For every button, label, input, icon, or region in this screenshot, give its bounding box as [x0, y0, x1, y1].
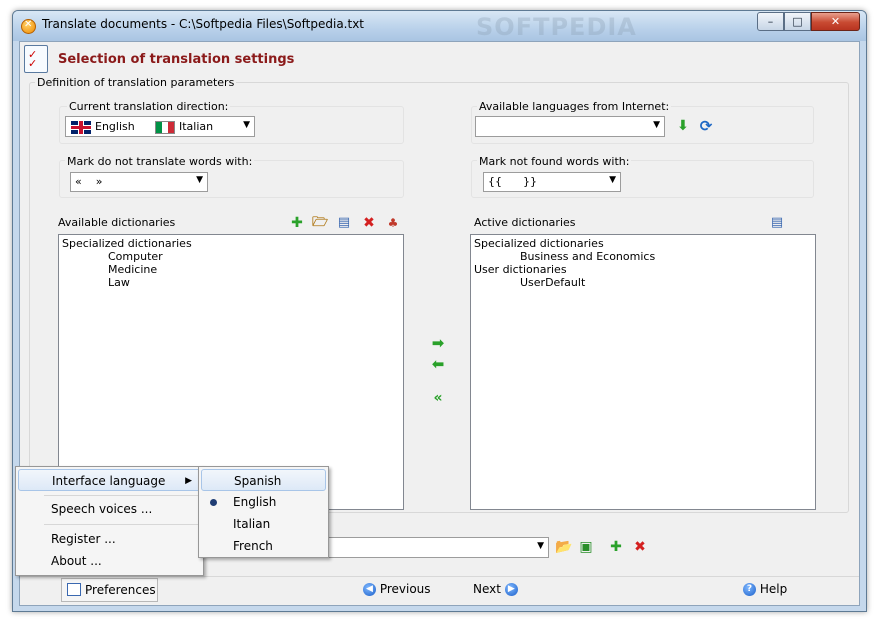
internet-lang-combo[interactable]: ▼ [475, 116, 665, 137]
source-lang: English [71, 120, 135, 134]
add-icon[interactable]: ✚ [289, 215, 305, 231]
delete-icon[interactable]: ✖ [632, 539, 648, 555]
mark-not-translate-combo[interactable]: « » ▼ [70, 172, 208, 192]
available-dicts-label: Available dictionaries [58, 216, 176, 229]
mark-not-translate-label: Mark do not translate words with: [65, 155, 255, 168]
arrow-right-icon: ▶ [504, 583, 518, 596]
menu-item-label: Register ... [51, 532, 116, 546]
menu-separator [44, 524, 199, 525]
active-dicts-list[interactable]: Specialized dictionaries Business and Ec… [470, 234, 816, 510]
watermark: SOFTPEDIA [476, 13, 637, 41]
move-right-arrow-icon[interactable]: ➡ [430, 335, 446, 351]
window-title: Translate documents - C:\Softpedia Files… [42, 17, 365, 31]
menu-item-label: Interface language [52, 474, 166, 488]
open-folder-icon[interactable]: 📂 [555, 539, 572, 555]
next-label: Next [473, 582, 501, 596]
download-icon[interactable]: ⬇ [675, 118, 691, 134]
menu-item-about[interactable]: About ... [18, 550, 201, 572]
list-item[interactable]: Medicine [108, 263, 157, 276]
previous-button[interactable]: ◀ Previous [363, 582, 431, 596]
mark-not-found-label: Mark not found words with: [477, 155, 632, 168]
direction-combo[interactable]: English Italian ▼ [65, 116, 255, 137]
preferences-icon [67, 583, 81, 596]
close-button[interactable]: ✕ [811, 12, 860, 31]
list-item[interactable]: Specialized dictionaries [62, 237, 192, 250]
help-button[interactable]: ? Help [743, 582, 787, 596]
chevron-down-icon: ▼ [653, 120, 660, 130]
add-icon[interactable]: ✚ [608, 539, 624, 555]
mark-not-translate-value: « » [75, 175, 103, 188]
chevron-down-icon: ▼ [243, 120, 250, 130]
mark-not-found-value: {{ }} [488, 175, 537, 188]
menu-item-french[interactable]: French [201, 535, 326, 557]
menu-item-spanish[interactable]: Spanish [201, 469, 326, 491]
delete-icon[interactable]: ✖ [361, 215, 377, 231]
chevron-down-icon: ▼ [609, 175, 616, 185]
preferences-button[interactable]: Preferences [61, 578, 158, 602]
menu-item-label: English [233, 495, 277, 509]
view-dictionary-icon[interactable]: ▤ [336, 215, 352, 231]
italy-flag-icon [155, 120, 175, 134]
parameters-group-label: Definition of translation parameters [35, 76, 237, 89]
move-all-left-arrow-icon[interactable]: « [430, 390, 446, 406]
target-lang-text: Italian [179, 120, 214, 133]
menu-item-speech-voices[interactable]: Speech voices ... [18, 498, 201, 520]
chevron-down-icon: ▼ [537, 541, 544, 551]
list-item[interactable]: Law [108, 276, 130, 289]
active-dicts-label: Active dictionaries [474, 216, 576, 229]
menu-item-label: French [233, 539, 273, 553]
menu-item-label: About ... [51, 554, 102, 568]
menu-item-register[interactable]: Register ... [18, 528, 201, 550]
submenu-arrow-icon: ▶ [185, 476, 192, 486]
arrow-left-icon: ◀ [363, 583, 376, 596]
menu-item-interface-language[interactable]: Interface language ▶ [18, 469, 201, 491]
uk-flag-icon [71, 120, 91, 134]
direction-label: Current translation direction: [67, 100, 231, 113]
edit-folder-icon[interactable]: 🗁 [312, 215, 328, 231]
next-button[interactable]: Next ▶ [473, 582, 518, 596]
mark-not-found-combo[interactable]: {{ }} ▼ [483, 172, 621, 192]
source-lang-text: English [95, 120, 135, 133]
list-item[interactable]: User dictionaries [474, 263, 567, 276]
checklist-icon: ✓ ✓ [24, 45, 48, 73]
internet-lang-label: Available languages from Internet: [477, 100, 672, 113]
list-item[interactable]: UserDefault [520, 276, 585, 289]
chevron-down-icon: ▼ [196, 175, 203, 185]
save-icon[interactable]: ▣ [578, 539, 594, 555]
page-title: Selection of translation settings [58, 52, 295, 67]
radio-dot-icon [210, 499, 217, 506]
language-submenu: Spanish English Italian French [198, 466, 329, 558]
menu-item-label: Spanish [234, 474, 282, 488]
list-item[interactable]: Computer [108, 250, 163, 263]
menu-separator [44, 495, 199, 496]
target-lang: Italian [155, 120, 213, 134]
preferences-menu: Interface language ▶ Speech voices ... R… [15, 466, 204, 576]
menu-item-label: Italian [233, 517, 271, 531]
minimize-button[interactable]: – [757, 12, 784, 31]
list-item[interactable]: Business and Economics [520, 250, 655, 263]
help-icon: ? [743, 583, 756, 596]
refresh-icon[interactable]: ⟳ [698, 118, 714, 134]
properties-icon[interactable]: ♣ [385, 215, 401, 231]
menu-item-italian[interactable]: Italian [201, 513, 326, 535]
move-left-arrow-icon[interactable]: ⬅ [430, 356, 446, 372]
bottom-combo[interactable]: ▼ [300, 537, 549, 558]
app-icon[interactable] [21, 19, 36, 34]
maximize-button[interactable]: □ [784, 12, 811, 31]
preferences-label: Preferences [85, 583, 156, 597]
list-item[interactable]: Specialized dictionaries [474, 237, 604, 250]
menu-item-label: Speech voices ... [51, 502, 153, 516]
help-label: Help [759, 582, 788, 596]
view-dictionary-icon[interactable]: ▤ [769, 215, 785, 231]
previous-label: Previous [379, 582, 431, 596]
menu-item-english[interactable]: English [201, 491, 326, 513]
